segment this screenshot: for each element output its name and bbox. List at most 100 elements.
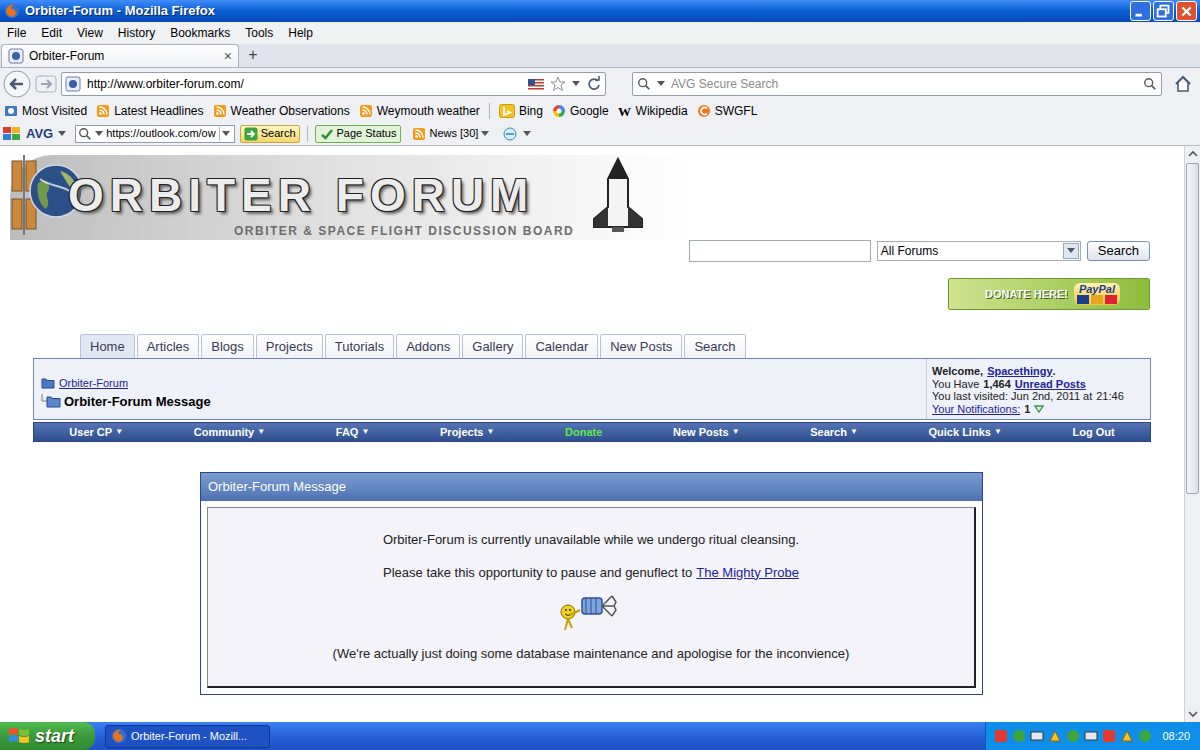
scroll-thumb[interactable] bbox=[1186, 163, 1199, 494]
avg-brand[interactable]: AVG bbox=[26, 124, 53, 144]
toolbar-tool-icon[interactable] bbox=[502, 126, 518, 142]
tool-dropdown-icon[interactable] bbox=[523, 131, 531, 137]
forum-tab[interactable]: Tutorials bbox=[325, 334, 394, 358]
news-button[interactable]: News [30] bbox=[412, 125, 489, 142]
tray-icon[interactable] bbox=[1120, 729, 1134, 743]
tray-icon[interactable] bbox=[1066, 729, 1080, 743]
tray-icon[interactable] bbox=[994, 729, 1008, 743]
page-status-button[interactable]: Page Status bbox=[315, 125, 402, 143]
forum-tab[interactable]: Gallery bbox=[462, 334, 523, 358]
field-arrow[interactable] bbox=[219, 127, 232, 141]
forum-tab[interactable]: Calendar bbox=[525, 334, 598, 358]
star-icon[interactable] bbox=[550, 76, 566, 92]
search-engine-icon bbox=[637, 77, 651, 91]
forum-tab[interactable]: Projects bbox=[256, 334, 323, 358]
message-note: (We're actually just doing some database… bbox=[333, 644, 850, 664]
navbar-label: Quick Links bbox=[929, 424, 991, 441]
menu-item[interactable]: Tools bbox=[245, 24, 273, 42]
dropdown-icon[interactable] bbox=[572, 81, 580, 87]
bookmark[interactable]: WWikipedia bbox=[618, 102, 688, 120]
forum-tab[interactable]: New Posts bbox=[600, 334, 682, 358]
go-icon bbox=[244, 127, 258, 141]
navbar-item[interactable]: Quick Links▼ bbox=[929, 424, 1002, 441]
bookmark[interactable]: Weymouth weather bbox=[359, 102, 480, 120]
title-bar: Orbiter-Forum - Mozilla Firefox bbox=[0, 0, 1200, 22]
navbar-item[interactable]: Search▼ bbox=[810, 424, 858, 441]
home-icon[interactable] bbox=[1174, 75, 1192, 93]
browser-tab[interactable]: Orbiter-Forum× bbox=[1, 44, 239, 67]
start-button[interactable]: start bbox=[0, 722, 95, 750]
breadcrumb-title: Orbiter-Forum Message bbox=[64, 392, 211, 412]
avg-search-field[interactable]: https://outlook.com/ow bbox=[75, 125, 234, 143]
site-logo[interactable]: ORBITER FORUMORBITER & SPACE FLIGHT DISC… bbox=[10, 155, 690, 240]
tray-icon[interactable] bbox=[1102, 729, 1116, 743]
scroll-up-icon[interactable] bbox=[1185, 146, 1200, 162]
navbar-item[interactable]: Log Out bbox=[1072, 424, 1114, 441]
close-icon[interactable] bbox=[1176, 1, 1197, 21]
scroll-down-icon[interactable] bbox=[1185, 706, 1200, 722]
menu-item[interactable]: Edit bbox=[41, 24, 62, 42]
period: . bbox=[1053, 365, 1056, 378]
message-body: Orbiter-Forum is currently unavailable w… bbox=[201, 501, 982, 694]
forward-icon[interactable] bbox=[35, 73, 57, 95]
menu-item[interactable]: History bbox=[118, 24, 155, 42]
notifications-link[interactable]: Your Notifications: bbox=[932, 403, 1020, 416]
search-icon[interactable] bbox=[1143, 77, 1157, 91]
navbar-arrow: ▼ bbox=[732, 426, 740, 438]
tray-icon[interactable] bbox=[1030, 729, 1044, 743]
url-field[interactable] bbox=[87, 75, 522, 93]
back-icon[interactable] bbox=[3, 70, 31, 98]
bookmark[interactable]: Google bbox=[552, 102, 609, 120]
forum-tab[interactable]: Addons bbox=[396, 334, 460, 358]
forum-search-button[interactable]: Search bbox=[1087, 241, 1150, 261]
forum-tab[interactable]: Articles bbox=[137, 334, 200, 358]
forum-tab[interactable]: Blogs bbox=[201, 334, 254, 358]
message-box: Orbiter-Forum MessageOrbiter-Forum is cu… bbox=[200, 472, 983, 695]
menu-item[interactable]: Help bbox=[288, 24, 313, 42]
unread-link[interactable]: Unread Posts bbox=[1015, 378, 1086, 391]
avg-toolbar: AVG https://outlook.com/ow Search Page Stat… bbox=[0, 122, 1200, 146]
navbar-item[interactable]: Community▼ bbox=[194, 424, 265, 441]
forum-select[interactable]: All Forums bbox=[877, 241, 1081, 261]
menu-item[interactable]: Bookmarks bbox=[170, 24, 230, 42]
engine-dropdown-icon[interactable] bbox=[657, 81, 665, 87]
menu-item[interactable]: File bbox=[7, 24, 26, 42]
navbar-item[interactable]: User CP▼ bbox=[69, 424, 123, 441]
breadcrumb-panel: Orbiter-ForumOrbiter-Forum MessageWelcom… bbox=[33, 358, 1151, 420]
forum-tab[interactable]: Search bbox=[684, 334, 745, 358]
donate-button[interactable]: DONATE HERE!PayPal bbox=[948, 278, 1150, 310]
username-link[interactable]: Spacethingy bbox=[987, 365, 1052, 378]
navbar-item[interactable]: New Posts▼ bbox=[673, 424, 740, 441]
bookmark[interactable]: SWGFL bbox=[697, 102, 758, 120]
forum-search-input[interactable] bbox=[689, 240, 871, 262]
avg-dropdown-icon[interactable] bbox=[58, 131, 66, 137]
tab-close[interactable]: × bbox=[224, 49, 232, 63]
task-button[interactable]: Orbiter-Forum - Mozill... bbox=[105, 725, 270, 748]
bookmark[interactable]: Weather Observations bbox=[213, 102, 350, 120]
navbar-item[interactable]: FAQ▼ bbox=[336, 424, 370, 441]
tray-icon[interactable] bbox=[1012, 729, 1026, 743]
check-icon bbox=[320, 127, 334, 141]
address-bar bbox=[61, 72, 606, 96]
bookmark-label: Bing bbox=[519, 102, 543, 120]
navbar-item[interactable]: Projects▼ bbox=[440, 424, 494, 441]
reload-icon[interactable] bbox=[586, 76, 602, 92]
bookmarks-bar: Most Visited Latest Headlines Weather Obse… bbox=[0, 100, 1200, 122]
tray-icon[interactable] bbox=[1138, 729, 1152, 743]
probe-link[interactable]: The Mighty Probe bbox=[696, 563, 799, 583]
tray-icon[interactable] bbox=[1048, 729, 1062, 743]
minimize-icon[interactable] bbox=[1130, 1, 1151, 21]
tray-icon[interactable] bbox=[1084, 729, 1098, 743]
forum-tab[interactable]: Home bbox=[80, 334, 135, 358]
avg-search-button[interactable]: Search bbox=[240, 125, 300, 143]
restore-icon[interactable] bbox=[1153, 1, 1174, 21]
breadcrumb-link[interactable]: Orbiter-Forum bbox=[59, 375, 128, 392]
web-search-field[interactable] bbox=[671, 75, 1137, 93]
navbar-item[interactable]: Donate bbox=[565, 424, 602, 441]
bookmark[interactable]: Most Visited bbox=[4, 102, 87, 120]
bookmark[interactable]: Latest Headlines bbox=[96, 102, 203, 120]
bookmark[interactable]: Bing bbox=[499, 102, 543, 120]
notifications-toggle-icon[interactable] bbox=[1034, 405, 1044, 413]
new-tab-button[interactable]: + bbox=[242, 45, 264, 65]
menu-item[interactable]: View bbox=[77, 24, 103, 42]
